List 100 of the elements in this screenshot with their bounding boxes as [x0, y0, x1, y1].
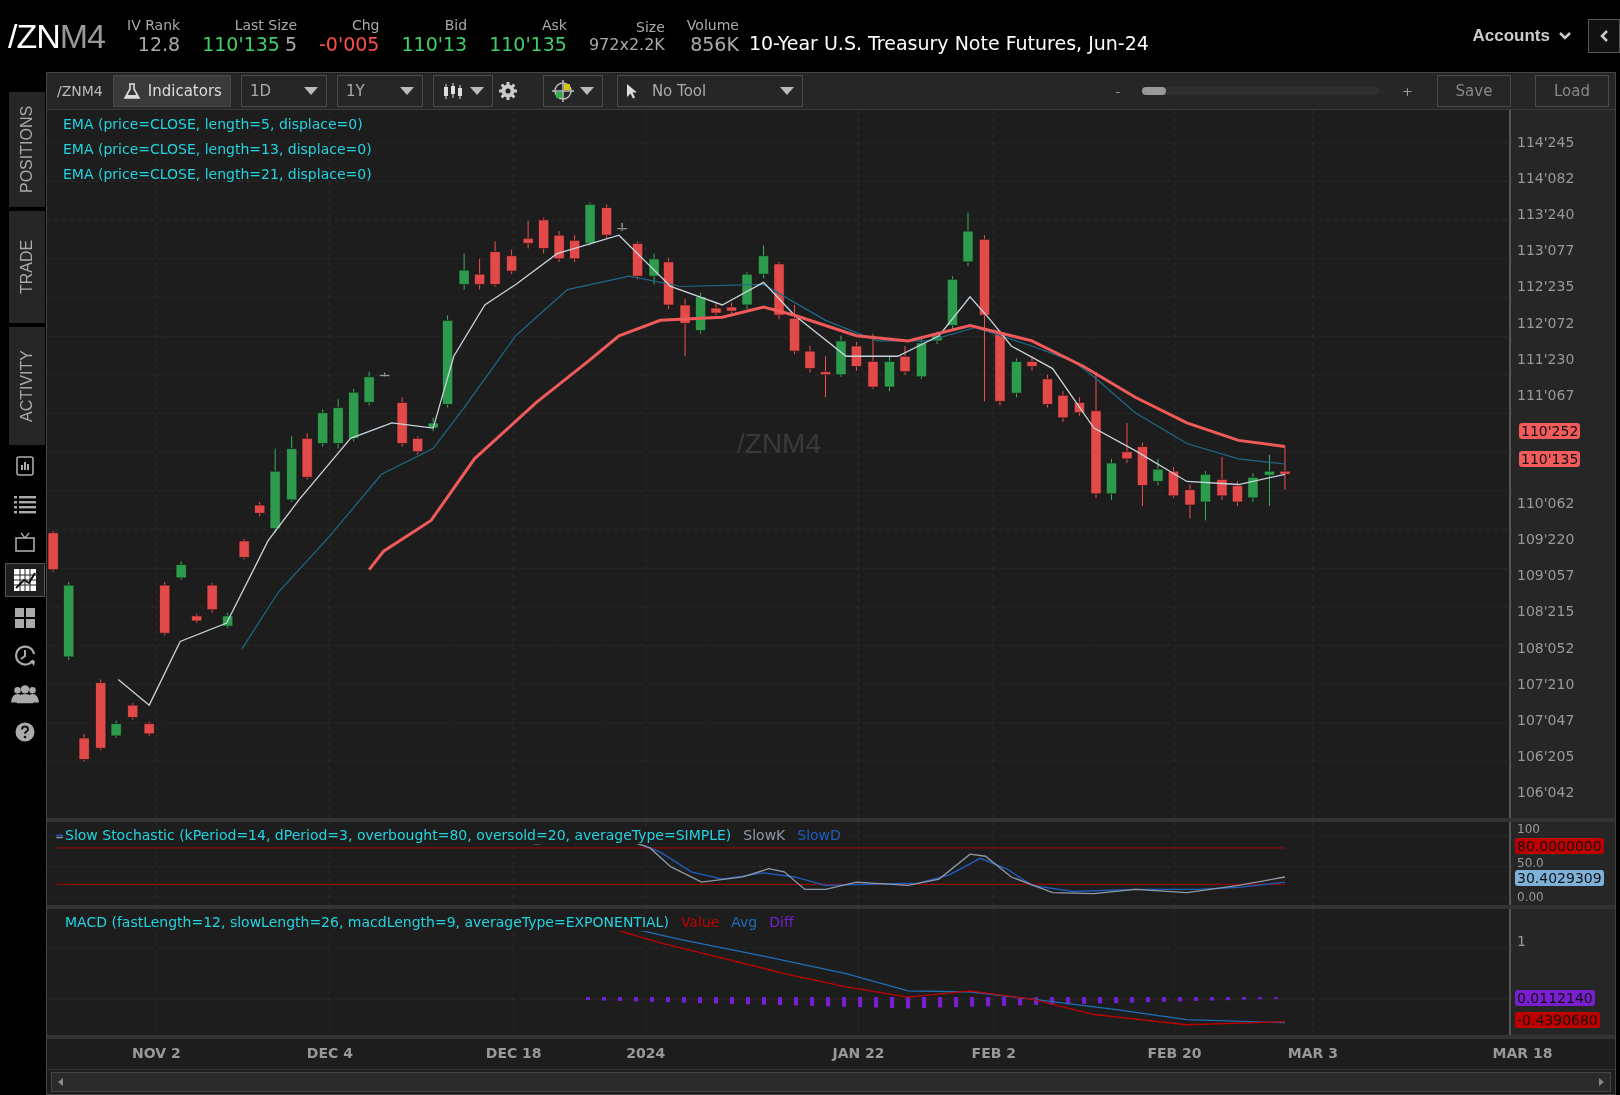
quote-label: IV Rank — [127, 17, 181, 33]
sidebar-icon-button[interactable] — [5, 563, 45, 597]
price-axis-label: 106'205 — [1517, 747, 1575, 764]
candlestick — [286, 435, 298, 503]
candlestick — [206, 582, 218, 614]
candlestick — [1216, 456, 1228, 501]
axis-label: 100 — [1517, 822, 1541, 837]
legend-label: SlowD — [797, 827, 841, 843]
caret-icon — [779, 87, 794, 95]
candlestick — [522, 220, 534, 249]
chart-style-dropdown[interactable] — [432, 75, 493, 107]
candlestick — [458, 253, 470, 291]
clock-icon — [13, 644, 37, 668]
value-tag: -0.4390680 — [1515, 1012, 1600, 1029]
candlestick — [632, 240, 644, 280]
value-tag: 0.0112140 — [1515, 989, 1595, 1006]
candlestick — [1279, 446, 1291, 491]
candlestick — [884, 355, 895, 392]
crosshair-icon — [551, 80, 574, 102]
quote-label: Last Size — [234, 17, 297, 33]
date-axis-label: MAR 18 — [1492, 1045, 1553, 1061]
value-tag: 80.0000000 — [1515, 838, 1604, 854]
caret-icon — [469, 87, 484, 95]
date-axis-label: FEB 20 — [1147, 1045, 1202, 1061]
date-axis-label: FEB 2 — [971, 1045, 1016, 1061]
aggregation-dropdown[interactable]: 1D — [240, 75, 327, 107]
price-tag: 110'135 — [1519, 450, 1581, 467]
sidebar-tab[interactable]: TRADE — [9, 211, 45, 323]
candlestick — [127, 702, 139, 720]
quote-label: Bid — [444, 17, 468, 33]
drawing-style-dropdown[interactable] — [542, 75, 603, 107]
candlestick — [412, 435, 424, 456]
candlestick — [143, 721, 155, 737]
candlestick — [379, 372, 391, 378]
candlestick — [1106, 458, 1117, 501]
symbol-title: /ZNM4 — [8, 16, 105, 56]
accounts-dropdown[interactable]: Accounts — [1466, 25, 1578, 47]
instrument-description: 10-Year U.S. Treasury Note Futures, Jun-24 — [748, 32, 1149, 54]
price-axis-label: 111'230 — [1517, 350, 1575, 367]
settings-button[interactable] — [498, 82, 517, 100]
caret-icon — [303, 87, 318, 95]
candlestick — [789, 304, 800, 355]
zoom-slider[interactable] — [1142, 87, 1381, 95]
quote-value: 12.8 — [137, 33, 181, 55]
candlestick — [110, 720, 122, 739]
quote-label: Chg — [351, 17, 380, 33]
candlestick — [601, 203, 613, 239]
timeframe-dropdown[interactable]: 1Y — [336, 75, 423, 107]
report-icon — [14, 455, 36, 477]
quote-value: 5 — [284, 33, 297, 55]
price-axis-label: 112'235 — [1517, 278, 1575, 295]
candlestick — [947, 275, 958, 331]
candlestick — [820, 355, 831, 398]
load-button[interactable]: Load — [1535, 75, 1609, 107]
price-axis-label: 111'067 — [1517, 386, 1575, 403]
candlestick — [1264, 454, 1275, 507]
price-axis-label: 107'047 — [1517, 711, 1575, 728]
study-label: MACD (fastLength=12, slowLength=26, macdLength=9, averageType=EXPONENTIAL) — [65, 914, 669, 930]
candlestick — [695, 292, 707, 335]
drawing-tool-dropdown[interactable]: No Tool — [616, 75, 803, 107]
candlestick — [741, 271, 753, 310]
scroll-left-icon — [56, 1077, 66, 1087]
candlestick — [648, 253, 660, 285]
candlestick — [78, 733, 90, 763]
candlestick — [1168, 466, 1179, 499]
candlestick — [710, 302, 722, 316]
value-tag: 30.4029309 — [1515, 870, 1604, 886]
candlestick — [867, 333, 879, 390]
axis-label: 1 — [1517, 933, 1527, 949]
candlestick — [962, 212, 974, 267]
quote-value: 110'13 — [401, 33, 468, 55]
candlestick — [1137, 441, 1148, 507]
zoom-out-label: - — [1115, 83, 1121, 99]
collapse-button[interactable] — [1588, 19, 1620, 53]
date-axis-label: DEC 4 — [306, 1045, 353, 1061]
candlestick — [1184, 484, 1196, 519]
axis-label: 0.00 — [1517, 890, 1545, 905]
candlestick — [332, 398, 344, 450]
candlestick — [1152, 458, 1164, 487]
price-axis-label: 108'052 — [1517, 639, 1575, 656]
date-axis-label: 2024 — [626, 1045, 666, 1061]
zoom-slider-thumb[interactable] — [1142, 87, 1166, 95]
price-axis-label: 113'077 — [1517, 242, 1575, 259]
candlestick — [159, 581, 171, 636]
chevron-down-icon — [1558, 31, 1572, 41]
date-axis-label: NOV 2 — [132, 1045, 181, 1061]
tv-icon — [14, 531, 36, 553]
candlestick — [1074, 396, 1085, 417]
horizontal-scrollbar[interactable] — [51, 1072, 1611, 1092]
date-axis-label: JAN 22 — [832, 1045, 885, 1061]
candlestick — [538, 217, 550, 255]
grid-icon — [14, 607, 36, 629]
sidebar-tab[interactable]: POSITIONS — [9, 92, 45, 207]
save-button[interactable]: Save — [1437, 75, 1511, 107]
sidebar-tab[interactable]: ACTIVITY — [9, 327, 45, 445]
candlestick — [616, 222, 628, 232]
chevron-left-icon — [1599, 29, 1609, 43]
candlestick — [1247, 472, 1259, 503]
indicators-button[interactable]: Indicators — [112, 75, 231, 107]
candlestick — [916, 337, 927, 380]
